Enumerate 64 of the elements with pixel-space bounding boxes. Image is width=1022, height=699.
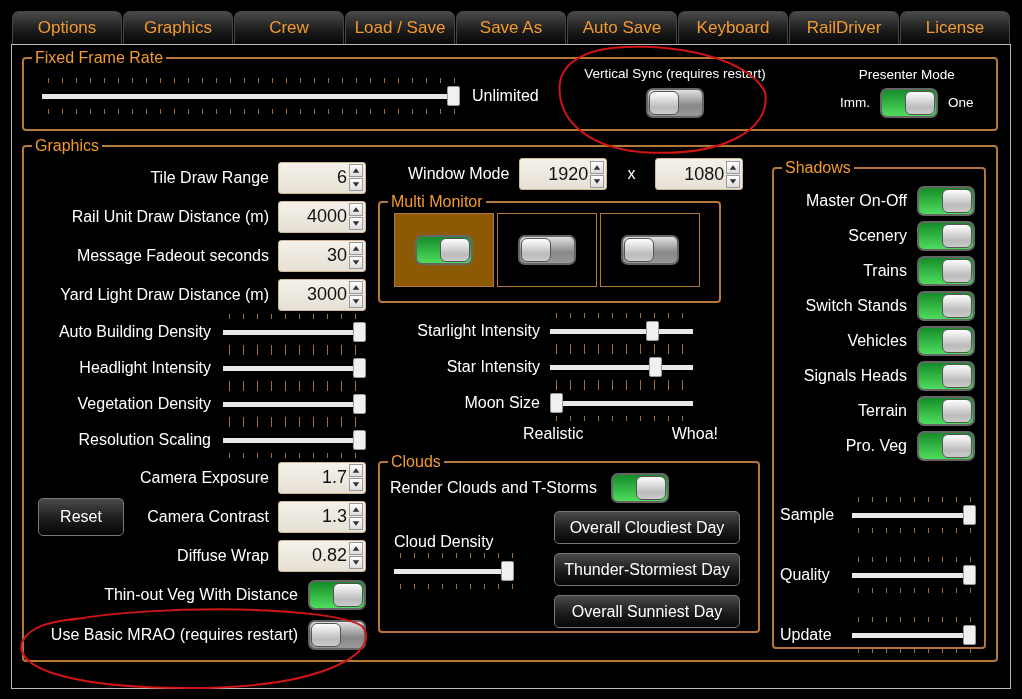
setting-label: Diffuse Wrap	[177, 546, 269, 565]
setting-label: Star Intensity	[446, 358, 540, 376]
window-mode-label: Window Mode	[408, 165, 510, 183]
number-field[interactable]: 6	[278, 161, 366, 194]
setting-label: Tile Draw Range	[150, 168, 269, 187]
number-field[interactable]: 1.3	[278, 500, 366, 533]
setting-label: Quality	[780, 566, 831, 584]
toggle-left-label: Imm.	[840, 95, 870, 110]
tab[interactable]: Options	[12, 11, 122, 44]
setting-label: Auto Building Density	[58, 323, 211, 341]
number-field[interactable]: 30	[278, 239, 366, 272]
times-sign: x	[627, 165, 636, 183]
group-title: Shadows	[784, 159, 852, 177]
group-title: Fixed Frame Rate	[34, 49, 165, 67]
tab[interactable]: Keyboard	[678, 11, 788, 44]
setting-label: Resolution Scaling	[78, 431, 211, 449]
setting-label: Thin-out Veg With Distance	[104, 586, 298, 604]
setting-label: Camera Exposure	[140, 468, 269, 487]
setting-label: Render Clouds and T-Storms	[390, 479, 597, 497]
number-field[interactable]: 1920	[519, 158, 608, 190]
preset-button[interactable]: Thunder-Stormiest Day	[554, 553, 740, 586]
setting-label: Camera Contrast	[147, 507, 269, 526]
presenter-mode-label: Presenter Mode	[858, 66, 955, 82]
preset-button[interactable]: Overall Cloudiest Day	[554, 511, 740, 544]
number-field[interactable]: 1080	[655, 158, 744, 190]
setting-label: Cloud Density	[394, 533, 495, 551]
reset-button[interactable]: Reset	[38, 497, 124, 536]
group-title: Clouds	[390, 453, 442, 471]
setting-label: Use Basic MRAO (requires restart)	[50, 626, 298, 644]
tab[interactable]: Crew	[234, 11, 344, 44]
setting-label: Trains	[863, 261, 907, 280]
tab[interactable]: License	[900, 11, 1010, 44]
tab[interactable]: RailDriver	[789, 11, 899, 44]
number-field[interactable]: 0.82	[278, 539, 366, 572]
tab[interactable]: Load / Save	[345, 11, 455, 44]
toggle-right-label: One	[948, 95, 974, 110]
scale-min-label: Realistic	[523, 425, 584, 443]
group-title: Graphics	[34, 137, 101, 155]
setting-label: Starlight Intensity	[417, 322, 540, 340]
group-title: Multi Monitor	[390, 193, 484, 211]
setting-label: Yard Light Draw Distance (m)	[60, 285, 269, 304]
setting-label: Terrain	[858, 401, 907, 420]
setting-label: Rail Unit Draw Distance (m)	[71, 207, 269, 226]
preset-button[interactable]: Overall Sunniest Day	[554, 595, 740, 628]
setting-label: Pro. Veg	[845, 436, 907, 455]
setting-label: Switch Stands	[805, 296, 907, 315]
tab[interactable]: Graphics	[123, 11, 233, 44]
setting-label: Message Fadeout seconds	[76, 246, 269, 265]
number-field[interactable]: 1.7	[278, 461, 366, 494]
setting-label: Scenery	[848, 226, 907, 245]
setting-label: Master On-Off	[805, 191, 907, 210]
slider-value: Unlimited	[472, 87, 540, 105]
setting-label: Sample	[780, 506, 836, 524]
setting-label: Update	[780, 626, 833, 644]
setting-label: Moon Size	[464, 394, 540, 412]
setting-label: Vehicles	[847, 331, 907, 350]
number-field[interactable]: 3000	[278, 278, 366, 311]
setting-label: Headlight Intensity	[79, 359, 211, 377]
setting-label: Signals Heads	[803, 366, 907, 385]
tab[interactable]: Save As	[456, 11, 566, 44]
tab[interactable]: Auto Save	[567, 11, 677, 44]
number-field[interactable]: 4000	[278, 200, 366, 233]
scale-max-label: Whoa!	[671, 425, 718, 443]
setting-label: Vegetation Density	[77, 395, 211, 413]
